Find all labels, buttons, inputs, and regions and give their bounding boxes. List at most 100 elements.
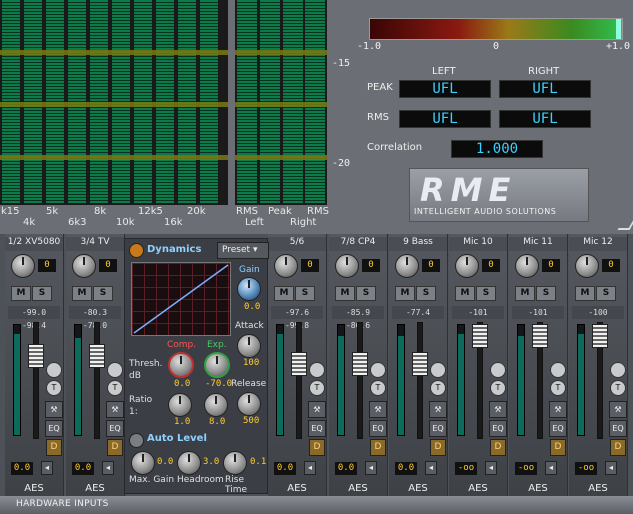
volume-fader[interactable]	[352, 352, 368, 376]
trim-button[interactable]: T	[430, 380, 446, 396]
mute-button[interactable]: M	[335, 286, 355, 301]
routing-label[interactable]: AES	[66, 483, 124, 494]
hardware-inputs-bar[interactable]: HARDWARE INPUTS	[0, 496, 633, 514]
gain-knob[interactable]	[335, 254, 359, 278]
preset-dropdown[interactable]: Preset ▾	[217, 242, 269, 259]
mute-button[interactable]: M	[395, 286, 415, 301]
rise-time-knob[interactable]	[223, 451, 247, 475]
trim-button[interactable]: T	[309, 380, 325, 396]
wrench-icon[interactable]: ⚒	[369, 401, 387, 418]
dynamics-button[interactable]: D	[430, 439, 446, 456]
auto-level-toggle[interactable]	[129, 433, 144, 448]
left-arrow-icon[interactable]: ◂	[425, 461, 437, 475]
gain-knob[interactable]	[237, 277, 261, 301]
left-arrow-icon[interactable]: ◂	[545, 461, 557, 475]
left-arrow-icon[interactable]: ◂	[102, 461, 114, 475]
dynamics-button[interactable]: D	[550, 439, 566, 456]
trim-button[interactable]: T	[550, 380, 566, 396]
gain-knob[interactable]	[575, 254, 599, 278]
trim-button[interactable]: T	[490, 380, 506, 396]
expander-threshold-knob[interactable]	[204, 352, 230, 378]
volume-fader[interactable]	[532, 324, 548, 348]
dynamics-button[interactable]: D	[46, 439, 62, 456]
gain-knob[interactable]	[395, 254, 419, 278]
mute-button[interactable]: M	[515, 286, 535, 301]
solo-button[interactable]: S	[476, 286, 496, 301]
dynamics-button[interactable]: D	[490, 439, 506, 456]
release-knob[interactable]	[237, 392, 261, 416]
eq-button[interactable]: EQ	[609, 420, 627, 437]
compressor-ratio-knob[interactable]	[168, 393, 192, 417]
trim-button[interactable]: T	[370, 380, 386, 396]
eq-button[interactable]: EQ	[308, 420, 326, 437]
mute-button[interactable]: M	[72, 286, 92, 301]
gain-knob[interactable]	[515, 254, 539, 278]
volume-fader[interactable]	[472, 324, 488, 348]
phase-button[interactable]	[550, 362, 566, 378]
dynamics-button[interactable]: D	[370, 439, 386, 456]
gain-knob[interactable]	[274, 254, 298, 278]
volume-fader[interactable]	[291, 352, 307, 376]
phase-button[interactable]	[490, 362, 506, 378]
solo-button[interactable]: S	[295, 286, 315, 301]
volume-fader[interactable]	[28, 344, 44, 368]
phase-button[interactable]	[370, 362, 386, 378]
left-arrow-icon[interactable]: ◂	[365, 461, 377, 475]
dynamics-button[interactable]: D	[107, 439, 123, 456]
routing-label[interactable]: AES	[389, 483, 447, 494]
dynamics-button[interactable]: D	[309, 439, 325, 456]
left-arrow-icon[interactable]: ◂	[41, 461, 53, 475]
routing-label[interactable]: AES	[449, 483, 507, 494]
phase-button[interactable]	[430, 362, 446, 378]
eq-button[interactable]: EQ	[45, 420, 63, 437]
solo-button[interactable]: S	[93, 286, 113, 301]
wrench-icon[interactable]: ⚒	[429, 401, 447, 418]
dynamics-enable-toggle[interactable]	[129, 243, 144, 258]
routing-label[interactable]: AES	[329, 483, 387, 494]
phase-button[interactable]	[309, 362, 325, 378]
volume-fader[interactable]	[412, 352, 428, 376]
mute-button[interactable]: M	[274, 286, 294, 301]
routing-label[interactable]: AES	[569, 483, 627, 494]
wrench-icon[interactable]: ⚒	[489, 401, 507, 418]
routing-label[interactable]: AES	[509, 483, 567, 494]
expander-ratio-knob[interactable]	[204, 393, 228, 417]
resize-grip-icon[interactable]	[617, 218, 633, 230]
mute-button[interactable]: M	[11, 286, 31, 301]
solo-button[interactable]: S	[596, 286, 616, 301]
eq-button[interactable]: EQ	[429, 420, 447, 437]
phase-button[interactable]	[46, 362, 62, 378]
volume-fader[interactable]	[592, 324, 608, 348]
mute-button[interactable]: M	[575, 286, 595, 301]
phase-button[interactable]	[610, 362, 626, 378]
trim-button[interactable]: T	[610, 380, 626, 396]
headroom-knob[interactable]	[177, 451, 201, 475]
gain-knob[interactable]	[455, 254, 479, 278]
eq-button[interactable]: EQ	[549, 420, 567, 437]
wrench-icon[interactable]: ⚒	[308, 401, 326, 418]
gain-knob[interactable]	[11, 254, 35, 278]
routing-label[interactable]: AES	[5, 483, 63, 494]
wrench-icon[interactable]: ⚒	[609, 401, 627, 418]
solo-button[interactable]: S	[536, 286, 556, 301]
gain-knob[interactable]	[72, 254, 96, 278]
max-gain-knob[interactable]	[131, 451, 155, 475]
left-arrow-icon[interactable]: ◂	[605, 461, 617, 475]
trim-button[interactable]: T	[107, 380, 123, 396]
volume-fader[interactable]	[89, 344, 105, 368]
solo-button[interactable]: S	[356, 286, 376, 301]
wrench-icon[interactable]: ⚒	[106, 401, 124, 418]
trim-button[interactable]: T	[46, 380, 62, 396]
left-arrow-icon[interactable]: ◂	[304, 461, 316, 475]
eq-button[interactable]: EQ	[489, 420, 507, 437]
compressor-threshold-knob[interactable]	[168, 352, 194, 378]
mute-button[interactable]: M	[455, 286, 475, 301]
wrench-icon[interactable]: ⚒	[549, 401, 567, 418]
phase-button[interactable]	[107, 362, 123, 378]
eq-button[interactable]: EQ	[106, 420, 124, 437]
solo-button[interactable]: S	[416, 286, 436, 301]
routing-label[interactable]: AES	[268, 483, 326, 494]
solo-button[interactable]: S	[32, 286, 52, 301]
attack-knob[interactable]	[237, 334, 261, 358]
dynamics-button[interactable]: D	[610, 439, 626, 456]
